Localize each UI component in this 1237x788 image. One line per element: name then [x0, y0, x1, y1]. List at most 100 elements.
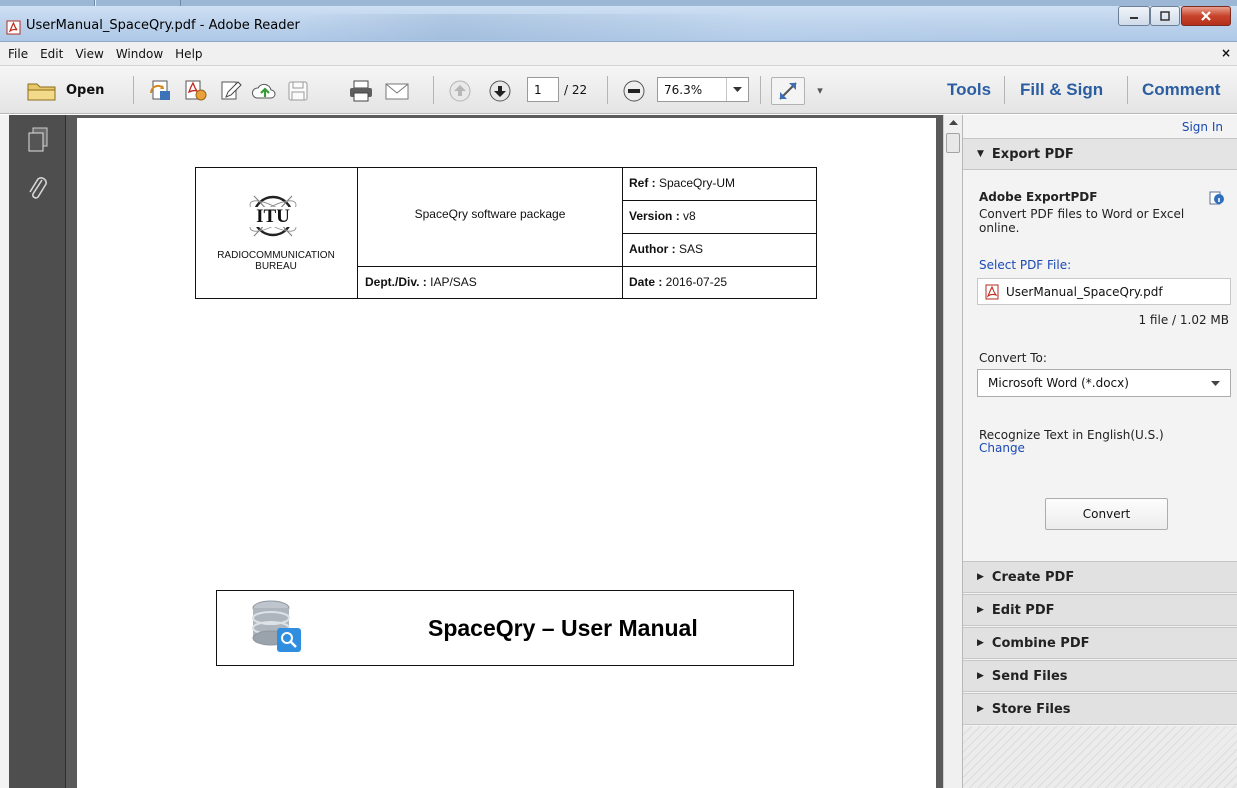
section-label: Edit PDF — [991, 602, 1055, 618]
date-value: 2016-07-25 — [662, 275, 728, 289]
taskbar-tab[interactable] — [95, 0, 181, 6]
paperclip-icon — [29, 177, 47, 199]
dept-label: Dept./Div. : — [365, 275, 427, 289]
cloud-upload-icon — [251, 83, 276, 99]
printer-icon — [350, 80, 372, 102]
folder-icon — [27, 83, 56, 101]
create-pdf-icon — [149, 80, 170, 100]
tools-button[interactable]: Tools — [947, 80, 991, 100]
window-title: UserManual_SpaceQry.pdf - Adobe Reader — [26, 18, 300, 33]
close-icon — [1201, 11, 1211, 21]
author-value: SAS — [675, 242, 704, 256]
triangle-right-icon: ▶ — [977, 704, 984, 714]
arrow-up-icon — [449, 80, 471, 102]
page-thumbnails-button[interactable] — [24, 125, 52, 157]
document-info-icon[interactable] — [1209, 189, 1225, 205]
store-files-section[interactable]: ▶ Store Files — [963, 693, 1237, 725]
triangle-right-icon: ▶ — [977, 572, 984, 582]
edit-pencil-icon — [221, 81, 242, 100]
page-number-input[interactable]: 1 — [527, 77, 559, 102]
fill-sign-button[interactable]: Fill & Sign — [1020, 80, 1103, 100]
menu-view[interactable]: View — [69, 42, 109, 66]
convert-format-value: Microsoft Word (*.docx) — [988, 376, 1129, 390]
document-view[interactable]: ITU RADIOCOMMUNICATION BUREAU SpaceQry s… — [66, 115, 943, 788]
package-name: SpaceQry software package — [414, 207, 566, 221]
send-files-section[interactable]: ▶ Send Files — [963, 660, 1237, 692]
section-label: Combine PDF — [991, 635, 1090, 651]
close-button[interactable] — [1181, 6, 1231, 26]
table-divider — [622, 233, 817, 234]
tools-pane: Sign In ▼ Export PDF Adobe ExportPDF Con… — [962, 115, 1237, 788]
select-file-label[interactable]: Select PDF File: — [979, 258, 1071, 272]
menu-file[interactable]: File — [0, 42, 34, 66]
document-title: SpaceQry – User Manual — [428, 615, 698, 641]
dropdown-arrow-icon — [733, 86, 742, 92]
maximize-button[interactable] — [1150, 6, 1180, 26]
menu-edit[interactable]: Edit — [34, 42, 69, 66]
arrow-down-icon — [489, 80, 511, 102]
dept-field: Dept./Div. : IAP/SAS — [365, 275, 477, 289]
edit-pdf-button[interactable] — [216, 78, 246, 104]
expand-icon — [779, 82, 797, 100]
scroll-up-icon[interactable] — [949, 119, 958, 125]
minimize-button[interactable] — [1118, 6, 1150, 26]
pane-filler — [963, 726, 1237, 788]
export-pdf-button[interactable] — [180, 78, 210, 104]
sign-in-link[interactable]: Sign In — [1182, 120, 1223, 134]
convert-button[interactable]: Convert — [1045, 498, 1168, 530]
title-bar: UserManual_SpaceQry.pdf - Adobe Reader — [0, 0, 1237, 42]
date-label: Date : — [629, 275, 663, 289]
selected-file-field[interactable]: UserManual_SpaceQry.pdf — [977, 278, 1231, 305]
next-page-button[interactable] — [486, 78, 514, 104]
section-label: Store Files — [991, 701, 1071, 717]
menu-window[interactable]: Window — [110, 42, 169, 66]
toolbar-overflow-button[interactable]: ▾ — [812, 80, 828, 100]
triangle-right-icon: ▶ — [977, 638, 984, 648]
open-label[interactable]: Open — [66, 80, 104, 100]
create-pdf-section[interactable]: ▶ Create PDF — [963, 561, 1237, 593]
scrollbar-thumb[interactable] — [946, 133, 960, 153]
pdf-file-icon — [985, 284, 999, 299]
full-screen-button[interactable] — [771, 77, 805, 105]
change-language-link[interactable]: Change — [979, 441, 1025, 455]
comment-button[interactable]: Comment — [1142, 80, 1220, 100]
menu-help[interactable]: Help — [169, 42, 208, 66]
dept-value: IAP/SAS — [426, 275, 477, 289]
taskbar-tab[interactable] — [0, 0, 95, 6]
service-description: Convert PDF files to Word or Excel onlin… — [979, 207, 1185, 235]
file-info: 1 file / 1.02 MB — [1138, 313, 1229, 327]
chevron-down-icon[interactable] — [726, 78, 748, 101]
previous-page-button[interactable] — [446, 78, 474, 104]
combine-pdf-section[interactable]: ▶ Combine PDF — [963, 627, 1237, 659]
minus-circle-icon — [623, 80, 645, 102]
envelope-icon — [385, 83, 409, 100]
attachments-button[interactable] — [24, 173, 52, 205]
save-button[interactable] — [284, 78, 312, 104]
vertical-scrollbar[interactable] — [943, 115, 962, 788]
edit-pdf-section[interactable]: ▶ Edit PDF — [963, 594, 1237, 626]
cloud-upload-button[interactable] — [250, 78, 280, 104]
save-icon — [288, 81, 308, 101]
convert-to-label: Convert To: — [979, 351, 1047, 365]
print-button[interactable] — [346, 78, 376, 104]
export-pdf-icon — [185, 80, 207, 101]
export-pdf-header[interactable]: ▼ Export PDF — [963, 138, 1237, 170]
toolbar-separator — [1004, 76, 1005, 104]
database-search-icon — [252, 600, 301, 652]
open-button[interactable] — [24, 78, 60, 104]
selected-file-name: UserManual_SpaceQry.pdf — [1006, 284, 1163, 299]
triangle-down-icon: ▼ — [977, 149, 984, 159]
zoom-out-button[interactable] — [620, 78, 648, 104]
close-document-button[interactable]: × — [1221, 46, 1231, 60]
email-button[interactable] — [382, 78, 412, 104]
toolbar-separator — [760, 76, 761, 104]
ref-value: SpaceQry-UM — [655, 176, 736, 190]
author-label: Author : — [629, 242, 676, 256]
create-pdf-button[interactable] — [146, 78, 176, 104]
date-field: Date : 2016-07-25 — [629, 275, 727, 289]
export-pdf-title: Export PDF — [991, 146, 1074, 162]
convert-format-select[interactable]: Microsoft Word (*.docx) — [977, 369, 1231, 397]
zoom-select[interactable]: 76.3% — [657, 77, 749, 102]
triangle-right-icon: ▶ — [977, 671, 984, 681]
maximize-icon — [1160, 11, 1170, 21]
